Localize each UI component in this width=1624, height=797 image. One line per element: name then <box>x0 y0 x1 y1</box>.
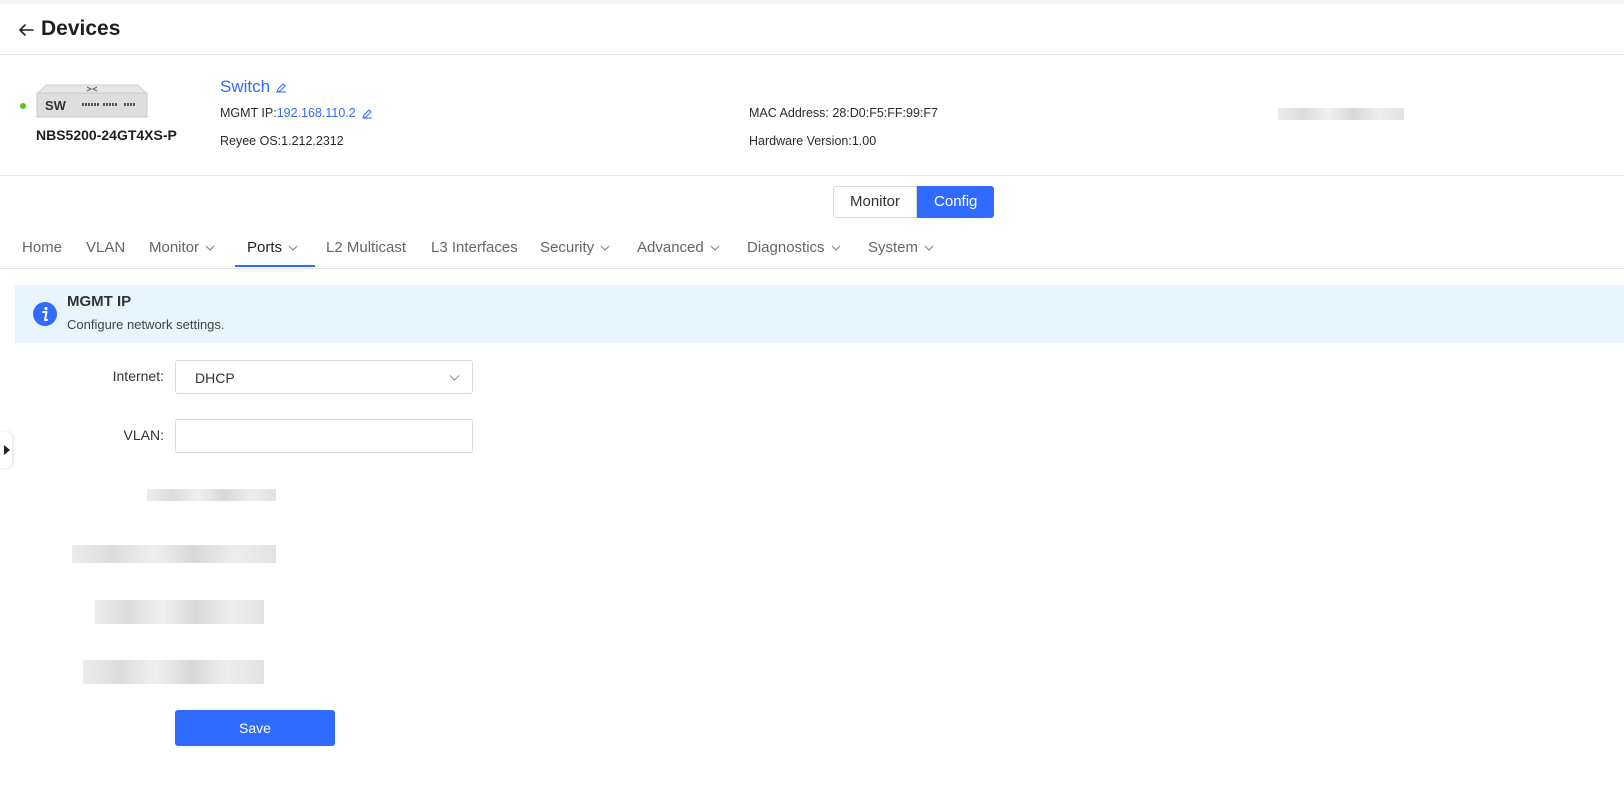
chevron-down-icon <box>924 245 934 251</box>
page-title: Devices <box>41 17 121 40</box>
chevron-down-icon <box>205 245 215 251</box>
nav-l2-multicast[interactable]: L2 Multicast <box>326 228 406 268</box>
online-status-dot <box>20 103 26 109</box>
hardware-version: Hardware Version:1.00 <box>749 134 877 148</box>
nav-advanced[interactable]: Advanced <box>637 228 720 268</box>
nav-monitor-label: Monitor <box>149 239 200 256</box>
nav-l3-interfaces-label: L3 Interfaces <box>431 239 518 256</box>
mac-address: MAC Address: 28:D0:F5:FF:99:F7 <box>749 106 938 120</box>
mgmt-ip-link[interactable]: 192.168.110.2 <box>277 106 356 120</box>
nav-vlan-label: VLAN <box>86 239 126 256</box>
sidebar-expand-handle[interactable] <box>0 432 12 468</box>
save-button[interactable]: Save <box>175 710 335 746</box>
config-mode-button[interactable]: Config <box>917 186 995 218</box>
nav-ports[interactable]: Ports <box>247 228 298 268</box>
nav-diagnostics-label: Diagnostics <box>747 239 825 256</box>
chevron-down-icon <box>710 245 720 251</box>
edit-name-icon[interactable] <box>275 82 287 94</box>
redacted-field <box>83 660 264 684</box>
edit-ip-icon[interactable] <box>361 108 373 120</box>
redacted-field <box>147 489 276 501</box>
nav-vlan[interactable]: VLAN <box>86 228 125 268</box>
info-banner: MGMT IP Configure network settings. <box>15 285 1624 343</box>
mgmt-ip-info: MGMT IP:192.168.110.2 <box>220 106 373 120</box>
nav-system[interactable]: System <box>868 228 934 268</box>
internet-label: Internet: <box>112 368 164 384</box>
device-name[interactable]: Switch <box>220 77 287 97</box>
mode-toggle: Monitor Config <box>833 186 995 218</box>
internet-select[interactable]: DHCP <box>175 360 473 394</box>
device-badge: SW <box>45 98 67 113</box>
nav-monitor[interactable]: Monitor <box>149 228 215 268</box>
nav-ports-label: Ports <box>247 239 283 256</box>
page-header: Devices <box>0 4 1624 55</box>
redacted-field <box>95 600 264 624</box>
banner-description: Configure network settings. <box>67 317 225 332</box>
redacted-info <box>1278 108 1404 120</box>
nav-l3-interfaces[interactable]: L3 Interfaces <box>431 228 518 268</box>
nav-security-label: Security <box>540 239 595 256</box>
nav-home[interactable]: Home <box>22 228 62 268</box>
device-name-text: Switch <box>220 77 271 96</box>
mgmt-ip-label: MGMT IP: <box>220 106 277 120</box>
vlan-label: VLAN: <box>123 427 164 443</box>
switch-device-icon: SW <box>36 84 148 118</box>
monitor-mode-button[interactable]: Monitor <box>833 186 918 218</box>
back-arrow-icon[interactable] <box>17 21 35 39</box>
active-tab-indicator <box>235 265 315 267</box>
chevron-down-icon <box>449 375 460 381</box>
device-info-panel: SW NBS5200-24GT4XS-P Switch MGMT IP:192.… <box>0 55 1624 176</box>
chevron-down-icon <box>600 245 610 251</box>
redacted-field <box>72 545 276 563</box>
main-nav: Home VLAN Monitor Ports L2 Multicast L3 … <box>0 228 1624 269</box>
nav-system-label: System <box>868 239 919 256</box>
chevron-down-icon <box>288 245 298 251</box>
nav-diagnostics[interactable]: Diagnostics <box>747 228 841 268</box>
nav-l2-multicast-label: L2 Multicast <box>326 239 407 256</box>
internet-select-value: DHCP <box>195 370 235 386</box>
banner-title: MGMT IP <box>67 293 132 310</box>
nav-home-label: Home <box>22 239 63 256</box>
device-model: NBS5200-24GT4XS-P <box>36 127 177 143</box>
nav-security[interactable]: Security <box>540 228 610 268</box>
chevron-down-icon <box>831 245 840 251</box>
caret-right-icon <box>4 445 10 455</box>
os-version: Reyee OS:1.212.2312 <box>220 134 344 148</box>
info-icon <box>33 302 57 326</box>
nav-advanced-label: Advanced <box>637 239 704 256</box>
vlan-input[interactable] <box>175 419 473 453</box>
